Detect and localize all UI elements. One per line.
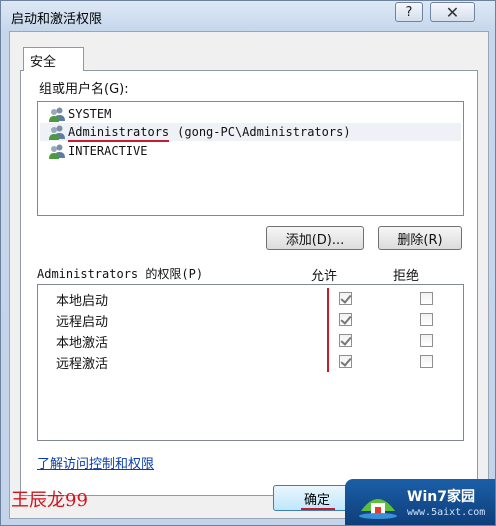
- permissions-label-text: Administrators 的权限(P): [37, 267, 204, 281]
- watermark-title: Win7家园: [407, 489, 475, 505]
- permissions-table: 本地启动 远程启动 本地激活 远程激活: [37, 284, 464, 441]
- list-item-name: INTERACTIVE: [68, 144, 148, 158]
- win7-logo-icon: [357, 485, 399, 523]
- user-group-icon: [48, 106, 66, 122]
- window-title: 启动和激活权限: [11, 12, 103, 27]
- permission-name: 远程启动: [56, 315, 109, 330]
- add-button[interactable]: 添加(D)...: [266, 226, 364, 250]
- permission-name: 本地启动: [56, 294, 109, 309]
- group-user-listbox[interactable]: SYSTEM Administrators (gong-PC\Administr…: [37, 101, 464, 216]
- permission-row: 远程启动: [38, 309, 461, 330]
- dialog-content: 安全 组或用户名(G): SYSTEM Administrators (gong…: [9, 31, 489, 519]
- author-signature: 王辰龙99: [11, 490, 88, 511]
- list-item-detail: (gong-PC\Administrators): [177, 125, 351, 139]
- user-group-icon: [48, 124, 66, 140]
- group-list-label: 组或用户名(G):: [39, 82, 129, 97]
- allow-column-header: 允许: [311, 269, 338, 284]
- allow-checkbox[interactable]: [339, 334, 352, 347]
- permission-row: 本地启动: [38, 288, 461, 309]
- list-item[interactable]: INTERACTIVE: [40, 142, 461, 160]
- list-item[interactable]: Administrators (gong-PC\Administrators): [40, 123, 461, 142]
- close-button[interactable]: ✕: [430, 2, 475, 22]
- allow-checkbox[interactable]: [339, 355, 352, 368]
- list-item[interactable]: SYSTEM: [40, 105, 461, 123]
- permission-name: 本地激活: [56, 336, 109, 351]
- security-tab-panel: 组或用户名(G): SYSTEM Administrators (gong-PC…: [20, 70, 478, 496]
- watermark-url: www.5aixt.com: [407, 507, 486, 518]
- allow-checkbox[interactable]: [339, 313, 352, 326]
- permissions-label: Administrators 的权限(P): [37, 265, 203, 282]
- permission-name: 远程激活: [56, 357, 109, 372]
- list-item-name: SYSTEM: [68, 107, 112, 121]
- site-watermark: Win7家园 www.5aixt.com: [345, 479, 495, 525]
- access-control-help-link[interactable]: 了解访问控制和权限: [37, 453, 154, 472]
- permission-row: 远程激活: [38, 351, 461, 372]
- deny-column-header: 拒绝: [393, 269, 420, 284]
- ok-highlight-underline: [301, 508, 335, 510]
- list-item-name: Administrators: [68, 125, 170, 142]
- allow-checkbox[interactable]: [339, 292, 352, 305]
- deny-checkbox[interactable]: [420, 355, 433, 368]
- tab-security[interactable]: 安全: [23, 47, 84, 71]
- help-button[interactable]: ?: [395, 2, 423, 22]
- dialog-window: 启动和激活权限 ? ✕ 安全 组或用户名(G): SYSTEM Administ…: [0, 0, 496, 526]
- deny-checkbox[interactable]: [420, 334, 433, 347]
- title-bar: 启动和激活权限 ? ✕: [1, 1, 495, 31]
- remove-button[interactable]: 删除(R): [378, 226, 462, 250]
- help-icon: ?: [405, 4, 413, 20]
- permission-row: 本地激活: [38, 330, 461, 351]
- user-group-icon: [48, 143, 66, 159]
- deny-checkbox[interactable]: [420, 292, 433, 305]
- close-icon: ✕: [445, 2, 460, 22]
- deny-checkbox[interactable]: [420, 313, 433, 326]
